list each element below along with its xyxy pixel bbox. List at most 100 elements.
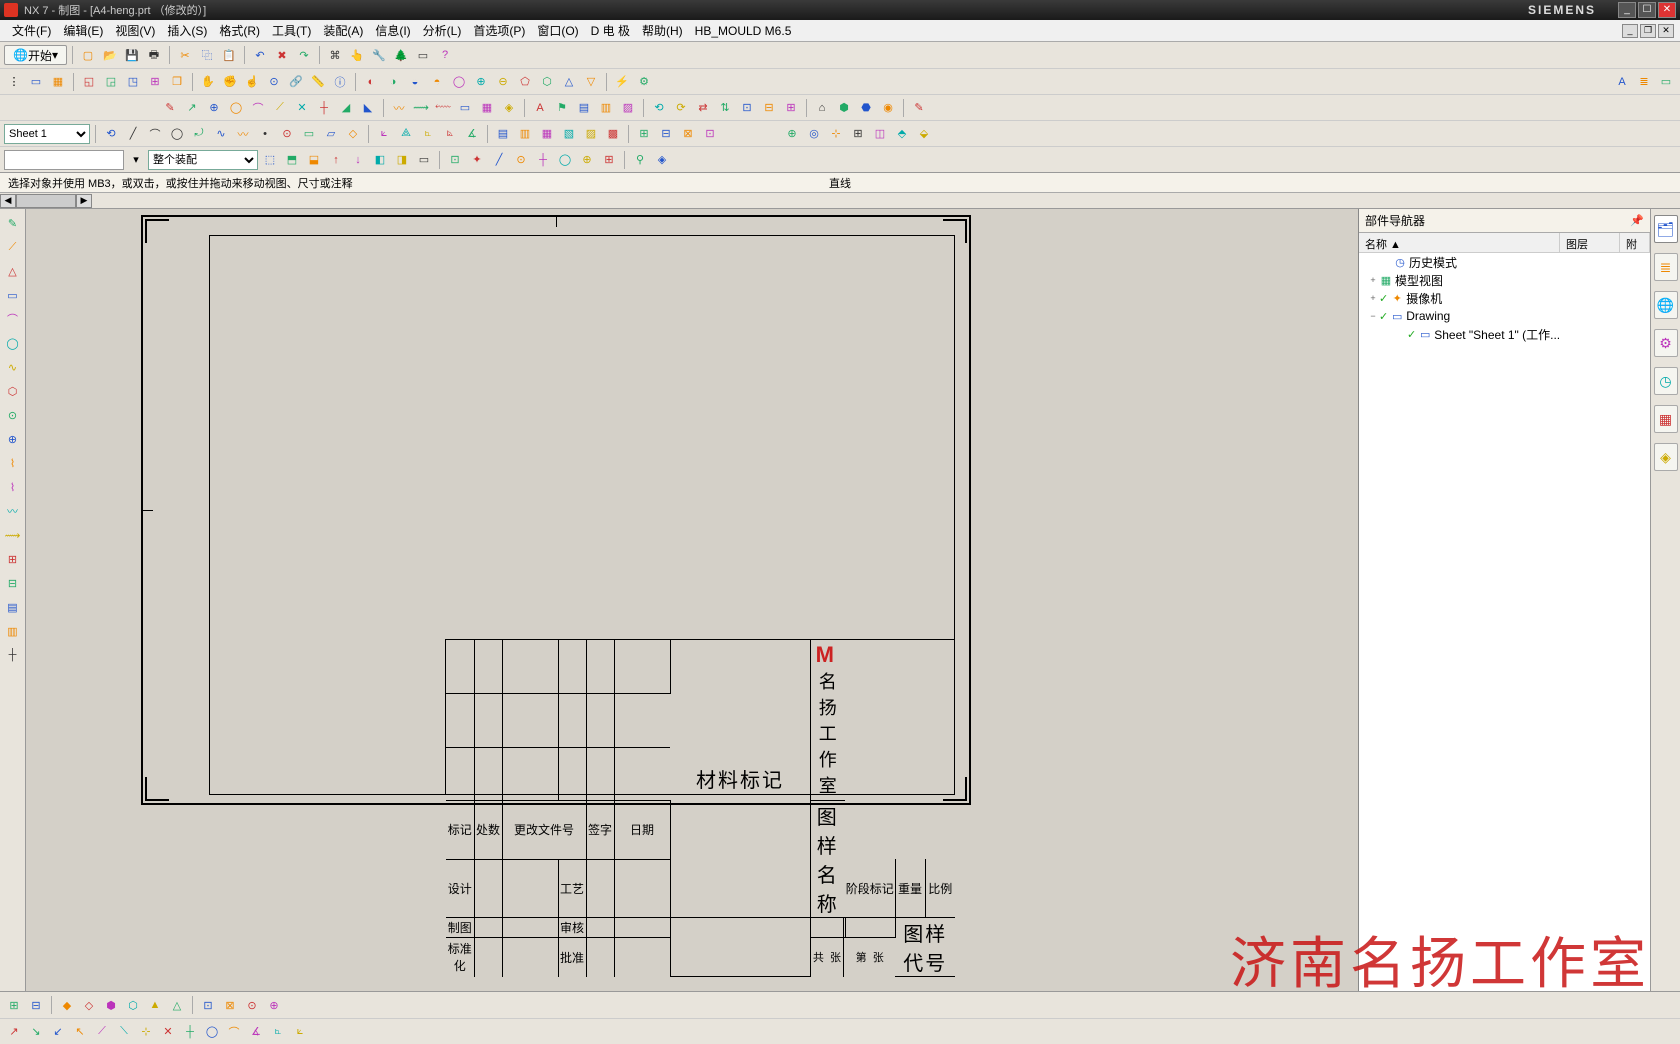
circ3-icon[interactable]: ◒ — [405, 72, 425, 92]
sn2-icon[interactable]: ✦ — [467, 150, 487, 170]
sk17-icon[interactable]: A — [530, 98, 550, 118]
sk19-icon[interactable]: ▤ — [574, 98, 594, 118]
menu-edit[interactable]: 编辑(E) — [57, 22, 109, 39]
circ6-icon[interactable]: ⊕ — [471, 72, 491, 92]
fl6-icon[interactable]: ◧ — [370, 150, 390, 170]
bb3-icon[interactable]: ↙ — [48, 1022, 68, 1042]
rtab-6[interactable]: ▦ — [1654, 405, 1678, 433]
bb11-icon[interactable]: ⌒ — [224, 1022, 244, 1042]
sn1-icon[interactable]: ⊡ — [445, 150, 465, 170]
shape1-icon[interactable]: ⬠ — [515, 72, 535, 92]
rtab-5[interactable]: ◷ — [1654, 367, 1678, 395]
filter-dd-icon[interactable]: ▾ — [126, 150, 146, 170]
circ2-icon[interactable]: ◑ — [383, 72, 403, 92]
lt1-icon[interactable]: ✎ — [3, 213, 23, 233]
sk22-icon[interactable]: ⟲ — [649, 98, 669, 118]
dr21-icon[interactable]: ▧ — [559, 124, 579, 144]
bt10-icon[interactable]: ⊠ — [220, 995, 240, 1015]
dr7-icon[interactable]: 〰 — [233, 124, 253, 144]
shape3-icon[interactable]: △ — [559, 72, 579, 92]
start-button[interactable]: 🌐 开始 ▾ — [4, 45, 67, 65]
sk26-icon[interactable]: ⊡ — [737, 98, 757, 118]
bb13-icon[interactable]: ⦜ — [268, 1022, 288, 1042]
hand-icon[interactable]: ✋ — [198, 72, 218, 92]
lt18-icon[interactable]: ▥ — [3, 621, 23, 641]
sk31-icon[interactable]: ⬣ — [856, 98, 876, 118]
lt5-icon[interactable]: ⌒ — [3, 309, 23, 329]
fl8-icon[interactable]: ▭ — [414, 150, 434, 170]
filter-input[interactable] — [4, 150, 124, 170]
menu-insert[interactable]: 插入(S) — [161, 22, 213, 39]
assembly-select[interactable]: 整个装配 — [148, 150, 258, 170]
sk33-icon[interactable]: ✎ — [909, 98, 929, 118]
menu-prefs[interactable]: 首选项(P) — [467, 22, 531, 39]
cmd-icon[interactable]: ⌘ — [325, 45, 345, 65]
grip-icon[interactable]: ⋮ — [4, 72, 24, 92]
print-icon[interactable]: 🖶 — [144, 45, 164, 65]
shape4-icon[interactable]: ▽ — [581, 72, 601, 92]
sk4-icon[interactable]: ◯ — [226, 98, 246, 118]
sk18-icon[interactable]: ⚑ — [552, 98, 572, 118]
scroll-right-button[interactable]: ▶ — [76, 194, 92, 208]
new-icon[interactable]: ▢ — [78, 45, 98, 65]
menu-assembly[interactable]: 装配(A) — [317, 22, 369, 39]
bt2-icon[interactable]: ⊟ — [26, 995, 46, 1015]
bt3-icon[interactable]: ◆ — [57, 995, 77, 1015]
tree-row[interactable]: +✓✦摄像机 — [1359, 289, 1650, 307]
lt11-icon[interactable]: ⌇ — [3, 453, 23, 473]
wrench-icon[interactable]: 🔧 — [369, 45, 389, 65]
expand-icon[interactable]: + — [1367, 275, 1379, 285]
sk21-icon[interactable]: ▨ — [618, 98, 638, 118]
lt10-icon[interactable]: ⊕ — [3, 429, 23, 449]
bt5-icon[interactable]: ⬢ — [101, 995, 121, 1015]
lt6-icon[interactable]: ◯ — [3, 333, 23, 353]
bt6-icon[interactable]: ⬡ — [123, 995, 143, 1015]
sk27-icon[interactable]: ⊟ — [759, 98, 779, 118]
dr12-icon[interactable]: ◇ — [343, 124, 363, 144]
sk11-icon[interactable]: 〰 — [389, 98, 409, 118]
cut-icon[interactable]: ✂ — [175, 45, 195, 65]
sk24-icon[interactable]: ⇄ — [693, 98, 713, 118]
sk14-icon[interactable]: ▭ — [455, 98, 475, 118]
lt8-icon[interactable]: ⬡ — [3, 381, 23, 401]
csys4-icon[interactable]: ⊞ — [848, 124, 868, 144]
sk3-icon[interactable]: ⊕ — [204, 98, 224, 118]
maximize-button[interactable]: ☐ — [1638, 2, 1656, 18]
paste-icon[interactable]: 📋 — [219, 45, 239, 65]
tree-row[interactable]: ✓▭Sheet "Sheet 1" (工作... — [1359, 325, 1650, 343]
window-icon[interactable]: ▭ — [413, 45, 433, 65]
frame-icon[interactable]: ▭ — [1656, 72, 1676, 92]
bt9-icon[interactable]: ⊡ — [198, 995, 218, 1015]
minimize-button[interactable]: _ — [1618, 2, 1636, 18]
sn7-icon[interactable]: ⊕ — [577, 150, 597, 170]
dwg1-icon[interactable]: ◱ — [79, 72, 99, 92]
lt19-icon[interactable]: ┼ — [3, 645, 23, 665]
menu-electrode[interactable]: D 电 极 — [585, 22, 636, 39]
lt4-icon[interactable]: ▭ — [3, 285, 23, 305]
menu-file[interactable]: 文件(F) — [6, 22, 57, 39]
bb7-icon[interactable]: ⊹ — [136, 1022, 156, 1042]
undo-icon[interactable]: ↶ — [250, 45, 270, 65]
dr6-icon[interactable]: ∿ — [211, 124, 231, 144]
dr23-icon[interactable]: ▩ — [603, 124, 623, 144]
tree-row[interactable]: +▦模型视图 — [1359, 271, 1650, 289]
dr20-icon[interactable]: ▦ — [537, 124, 557, 144]
tree-icon[interactable]: 🌲 — [391, 45, 411, 65]
drawing-canvas[interactable]: 材料标记 M名扬工作室 标记 处数 更改文件号 签字 日期 图样名称 — [26, 209, 1358, 991]
sk32-icon[interactable]: ◉ — [878, 98, 898, 118]
dr19-icon[interactable]: ▥ — [515, 124, 535, 144]
sn5-icon[interactable]: ┼ — [533, 150, 553, 170]
bb12-icon[interactable]: ∡ — [246, 1022, 266, 1042]
scroll-track[interactable] — [16, 194, 76, 208]
tree-row[interactable]: −✓▭Drawing — [1359, 307, 1650, 325]
rtab-3[interactable]: 🌐 — [1654, 291, 1678, 319]
shape2-icon[interactable]: ⬡ — [537, 72, 557, 92]
rtab-4[interactable]: ⚙ — [1654, 329, 1678, 357]
dr14-icon[interactable]: ⟁ — [396, 124, 416, 144]
sn6-icon[interactable]: ◯ — [555, 150, 575, 170]
nav-col-layer[interactable]: 图层 — [1560, 233, 1620, 252]
lt14-icon[interactable]: ⟿ — [3, 525, 23, 545]
bt1-icon[interactable]: ⊞ — [4, 995, 24, 1015]
csys5-icon[interactable]: ◫ — [870, 124, 890, 144]
lt9-icon[interactable]: ⊙ — [3, 405, 23, 425]
